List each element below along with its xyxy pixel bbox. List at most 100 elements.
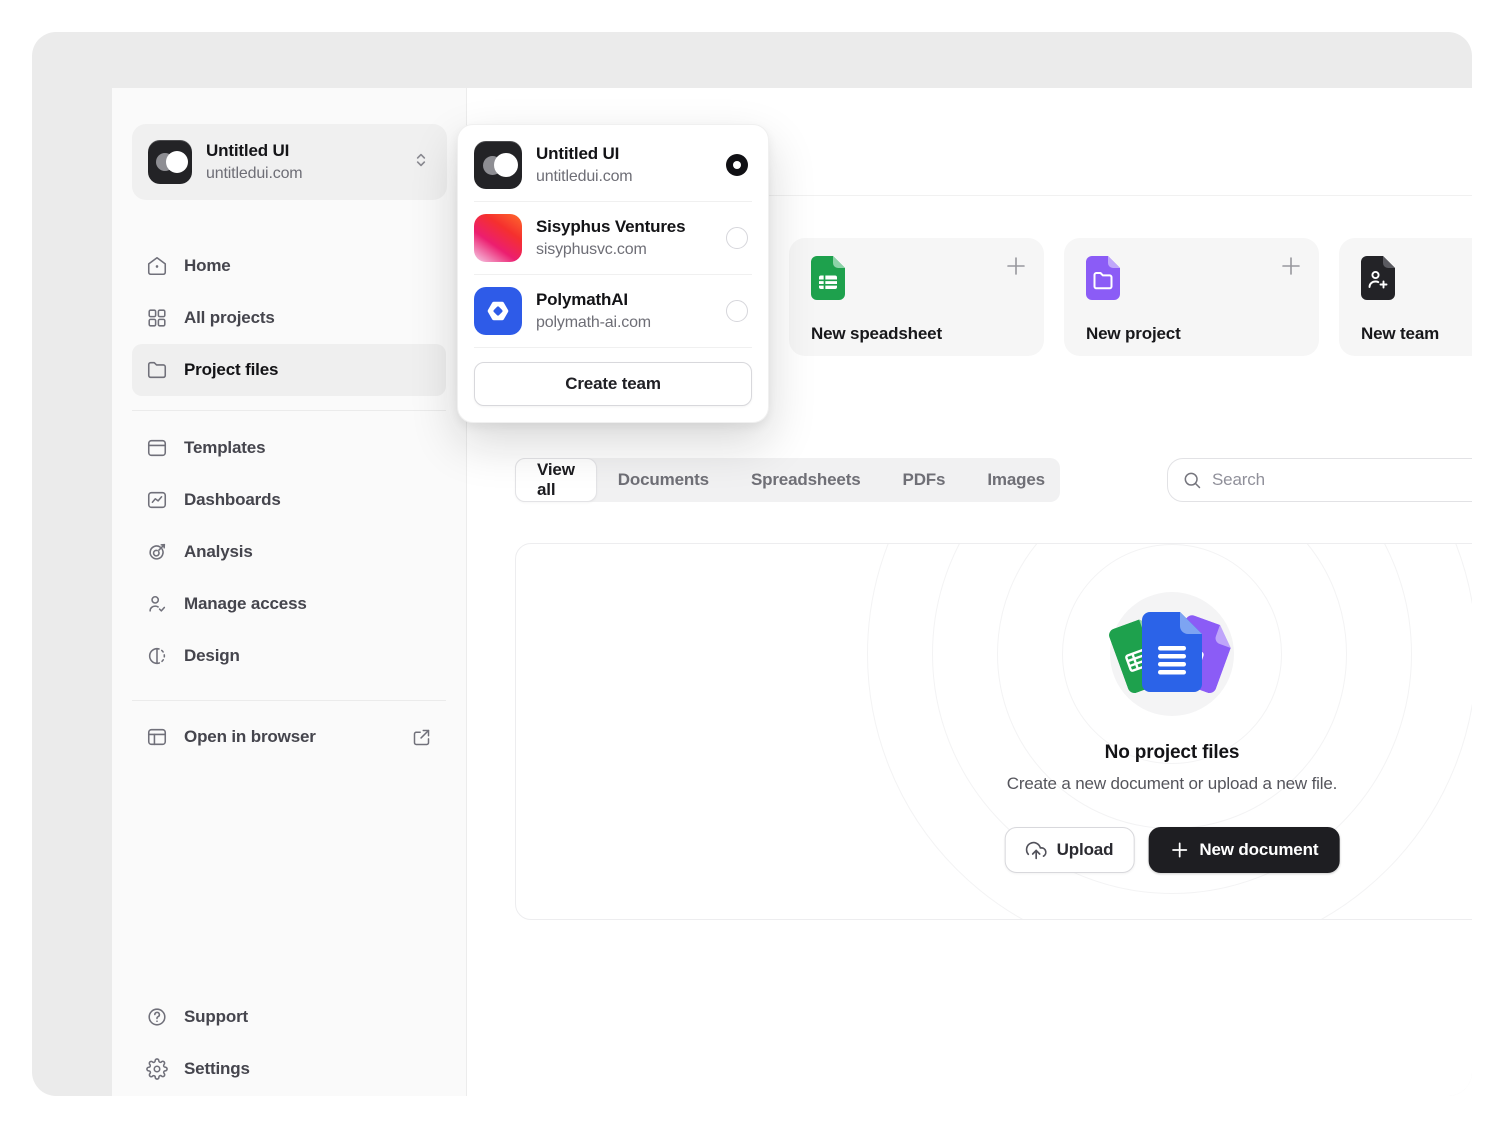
workspace-menu-item-text: PolymathAI polymath-ai.com bbox=[536, 289, 712, 332]
sidebar-nav-footer: Support Settings bbox=[132, 991, 446, 1095]
plus-icon bbox=[1169, 840, 1189, 860]
upload-button-label: Upload bbox=[1057, 840, 1114, 860]
spreadsheet-file-icon bbox=[811, 256, 845, 305]
search-field[interactable] bbox=[1167, 458, 1472, 502]
project-file-icon bbox=[1086, 256, 1120, 305]
search-input[interactable] bbox=[1212, 470, 1472, 490]
chevron-selector-icon bbox=[411, 150, 431, 175]
workspace-menu-item-domain: polymath-ai.com bbox=[536, 313, 712, 333]
team-file-icon bbox=[1361, 256, 1395, 305]
sidebar-item-analysis[interactable]: Analysis bbox=[132, 526, 446, 578]
sidebar-item-all-projects[interactable]: All projects bbox=[132, 292, 446, 344]
sidebar-nav-primary: Home All projects Project files bbox=[132, 240, 446, 396]
sidebar-divider bbox=[132, 410, 446, 411]
empty-state-card: No project files Create a new document o… bbox=[515, 543, 1472, 920]
empty-state-title: No project files bbox=[972, 742, 1372, 764]
radio-unselected-icon[interactable] bbox=[726, 227, 748, 249]
tab-view-all[interactable]: View all bbox=[515, 458, 597, 502]
plus-icon bbox=[1004, 254, 1028, 283]
sidebar-item-label: All projects bbox=[184, 308, 275, 328]
workspace-menu-item-untitled-ui[interactable]: Untitled UI untitledui.com bbox=[458, 129, 768, 201]
template-icon bbox=[146, 437, 168, 459]
sidebar-item-label: Analysis bbox=[184, 542, 253, 562]
sisyphus-gradient-logo bbox=[474, 214, 522, 262]
radio-unselected-icon[interactable] bbox=[726, 300, 748, 322]
sidebar: Untitled UI untitledui.com Home All proj bbox=[112, 88, 467, 1096]
workspace-menu-item-name: Sisyphus Ventures bbox=[536, 216, 712, 237]
sidebar-item-templates[interactable]: Templates bbox=[132, 422, 446, 474]
new-document-button-label: New document bbox=[1199, 840, 1318, 860]
empty-state-illustration bbox=[1110, 592, 1234, 716]
help-icon bbox=[146, 1006, 168, 1028]
sidebar-item-label: Manage access bbox=[184, 594, 307, 614]
sidebar-item-settings[interactable]: Settings bbox=[132, 1043, 446, 1095]
create-team-button[interactable]: Create team bbox=[474, 362, 752, 406]
tab-spreadsheets[interactable]: Spreadsheets bbox=[730, 458, 882, 502]
workspace-menu-item-text: Untitled UI untitledui.com bbox=[536, 143, 712, 186]
sidebar-item-label: Support bbox=[184, 1007, 248, 1027]
home-icon bbox=[146, 255, 168, 277]
new-document-button[interactable]: New document bbox=[1148, 827, 1339, 873]
sidebar-nav-secondary: Templates Dashboards Analysis Manage acc… bbox=[132, 422, 446, 682]
search-icon bbox=[1182, 470, 1202, 490]
workspace-menu-item-name: PolymathAI bbox=[536, 289, 712, 310]
empty-state-description: Create a new document or upload a new fi… bbox=[922, 774, 1422, 794]
workspace-menu-item-name: Untitled UI bbox=[536, 143, 712, 164]
quick-action-label: New project bbox=[1086, 324, 1181, 344]
new-spreadsheet-card[interactable]: New speadsheet bbox=[789, 238, 1044, 356]
tab-pdfs[interactable]: PDFs bbox=[882, 458, 967, 502]
sidebar-item-support[interactable]: Support bbox=[132, 991, 446, 1043]
sidebar-item-open-in-browser[interactable]: Open in browser bbox=[132, 711, 446, 763]
sidebar-item-dashboards[interactable]: Dashboards bbox=[132, 474, 446, 526]
sidebar-item-design[interactable]: Design bbox=[132, 630, 446, 682]
upload-cloud-icon bbox=[1026, 840, 1047, 861]
polymath-hexagon-logo bbox=[474, 287, 522, 335]
workspace-menu-item-polymathai[interactable]: PolymathAI polymath-ai.com bbox=[458, 275, 768, 347]
app-inner-panel: Untitled UI untitledui.com Home All proj bbox=[112, 88, 1472, 1096]
quick-action-label: New speadsheet bbox=[811, 324, 942, 344]
tab-documents[interactable]: Documents bbox=[597, 458, 730, 502]
sidebar-item-label: Settings bbox=[184, 1059, 250, 1079]
workspace-menu: Untitled UI untitledui.com Sisyphus Vent… bbox=[457, 124, 769, 423]
page: Untitled UI untitledui.com Home All proj bbox=[0, 0, 1504, 1128]
sidebar-item-label: Open in browser bbox=[184, 727, 316, 747]
sidebar-item-label: Design bbox=[184, 646, 240, 666]
upload-button[interactable]: Upload bbox=[1005, 827, 1135, 873]
filter-tabs: View all Documents Spreadsheets PDFs Ima… bbox=[515, 458, 1060, 502]
workspace-switcher-text: Untitled UI untitledui.com bbox=[206, 140, 397, 183]
sidebar-open-in-browser-group: Open in browser bbox=[132, 711, 446, 763]
sidebar-item-label: Project files bbox=[184, 360, 278, 380]
sidebar-divider bbox=[132, 700, 446, 701]
external-link-icon bbox=[410, 726, 432, 748]
workspace-menu-item-domain: sisyphusvc.com bbox=[536, 240, 712, 260]
new-team-card[interactable]: New team bbox=[1339, 238, 1472, 356]
folder-icon bbox=[146, 359, 168, 381]
workspace-switcher[interactable]: Untitled UI untitledui.com bbox=[132, 124, 447, 200]
workspace-name: Untitled UI bbox=[206, 140, 397, 161]
sidebar-item-label: Home bbox=[184, 256, 231, 276]
sidebar-item-project-files[interactable]: Project files bbox=[132, 344, 446, 396]
radio-selected-icon[interactable] bbox=[726, 154, 748, 176]
empty-state-actions: Upload New document bbox=[1005, 827, 1340, 873]
workspace-menu-item-sisyphus-ventures[interactable]: Sisyphus Ventures sisyphusvc.com bbox=[458, 202, 768, 274]
workspace-menu-item-text: Sisyphus Ventures sisyphusvc.com bbox=[536, 216, 712, 259]
browser-layout-icon bbox=[146, 726, 168, 748]
settings-gear-icon bbox=[146, 1058, 168, 1080]
new-project-card[interactable]: New project bbox=[1064, 238, 1319, 356]
workspace-domain: untitledui.com bbox=[206, 164, 397, 184]
untitled-ui-logo bbox=[474, 141, 522, 189]
tab-images[interactable]: Images bbox=[966, 458, 1066, 502]
workspace-menu-footer: Create team bbox=[458, 348, 768, 422]
dashboard-icon bbox=[146, 489, 168, 511]
untitled-ui-logo bbox=[148, 140, 192, 184]
manage-access-icon bbox=[146, 593, 168, 615]
design-icon bbox=[146, 645, 168, 667]
sidebar-item-home[interactable]: Home bbox=[132, 240, 446, 292]
analysis-icon bbox=[146, 541, 168, 563]
quick-action-label: New team bbox=[1361, 324, 1439, 344]
sidebar-item-manage-access[interactable]: Manage access bbox=[132, 578, 446, 630]
sidebar-item-label: Dashboards bbox=[184, 490, 281, 510]
plus-icon bbox=[1279, 254, 1303, 283]
grid-icon bbox=[146, 307, 168, 329]
blue-document-icon bbox=[1142, 612, 1202, 697]
